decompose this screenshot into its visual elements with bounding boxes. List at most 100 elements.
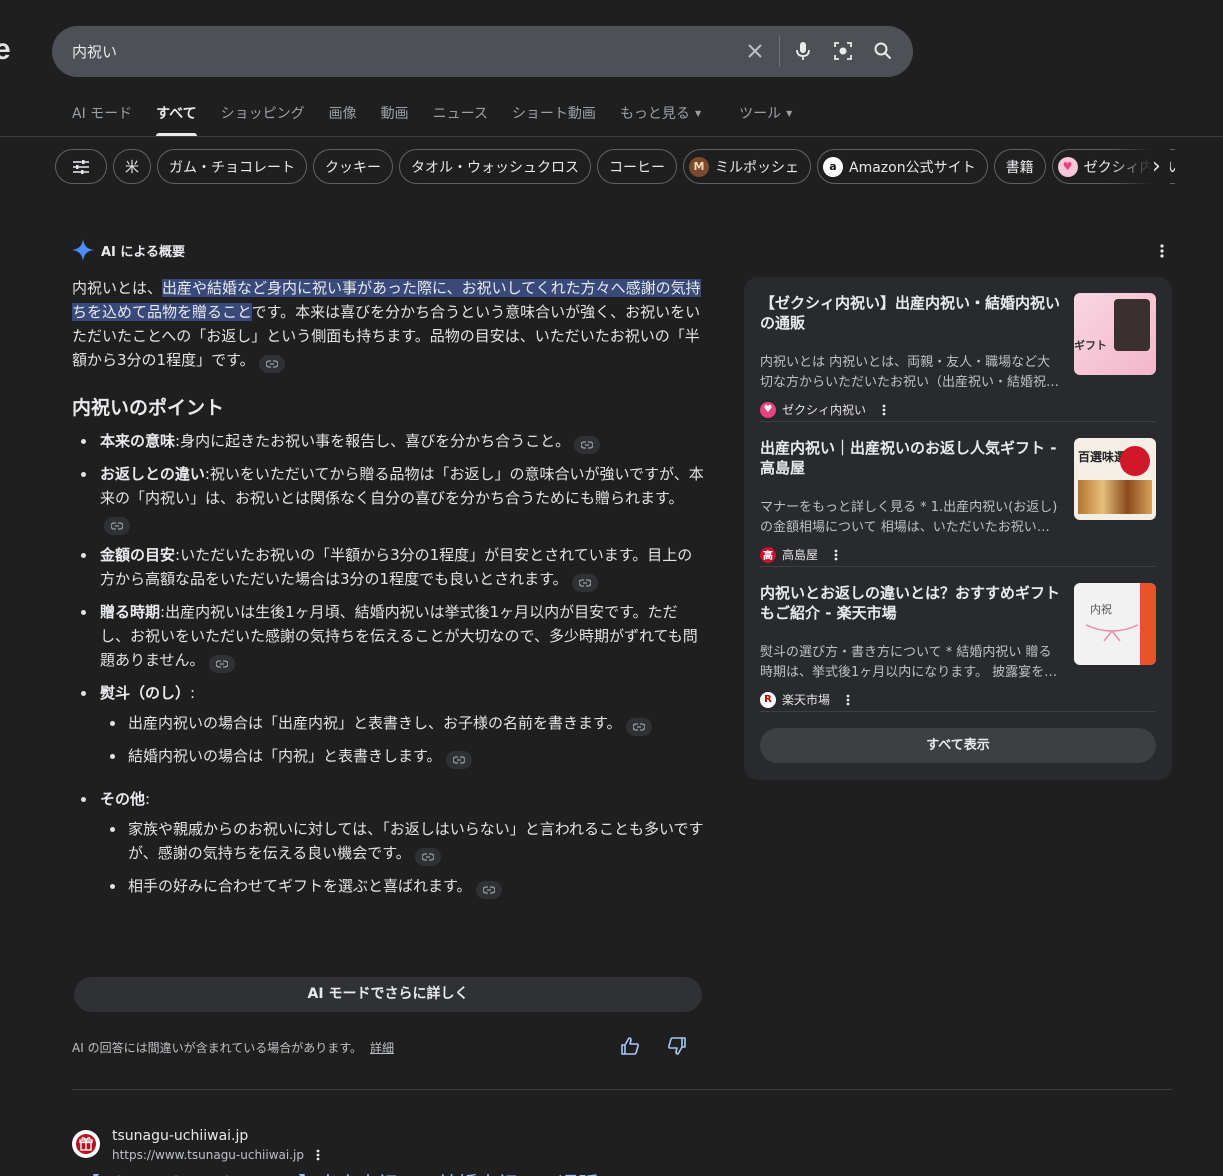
takashimaya-favicon-icon: 高 <box>760 546 776 563</box>
details-link[interactable]: 詳細 <box>370 1041 394 1055</box>
link-icon[interactable] <box>625 718 652 736</box>
source-title[interactable]: 出産内祝い｜出産祝いのお返し人気ギフト - 高島屋 <box>760 438 1060 478</box>
filter-settings-chip[interactable] <box>55 149 107 184</box>
caret-down-icon: ▼ <box>786 109 793 118</box>
sparkle-icon <box>72 239 94 261</box>
tab-short-videos[interactable]: ショート動画 <box>500 104 608 136</box>
tab-tools[interactable]: ツール ▼ <box>727 104 804 136</box>
google-logo[interactable]: e <box>0 33 11 67</box>
result-url[interactable]: https://www.tsunagu-uchiiwai.jp <box>112 1148 320 1162</box>
tab-more[interactable]: もっと見る ▼ <box>608 104 713 136</box>
zexy-favicon-icon: ♥ <box>760 401 776 418</box>
link-icon[interactable] <box>104 517 130 535</box>
list-item: その他: 家族や親戚からのお祝いに対しては、「お返しはいらない」と言われることも… <box>72 787 704 899</box>
clear-icon[interactable] <box>742 38 768 64</box>
link-icon[interactable] <box>445 751 472 769</box>
link-icon[interactable] <box>574 436 601 454</box>
ai-overview-body: 内祝いとは、出産や結婚など身内に祝い事があった際に、お祝いしてくれた方々へ感謝の… <box>72 276 704 907</box>
milpochette-logo-icon: M <box>689 156 709 177</box>
search-bar[interactable]: 内祝い <box>52 26 913 77</box>
sliders-icon <box>73 159 89 174</box>
source-snippet: 内祝いとは 内祝いとは、両親・友人・職場など大切な方からいただいたお祝い（出産祝… <box>760 355 1051 390</box>
tab-ai-mode[interactable]: AI モード <box>60 104 144 136</box>
link-icon[interactable] <box>475 881 502 899</box>
chip-milpochette[interactable]: M ミルポッシェ <box>683 149 811 184</box>
list-item: 相手の好みに合わせてギフトを選ぶと喜ばれます。 <box>100 874 704 899</box>
source-title[interactable]: 内祝いとお返しの違いとは？おすすめギフトもご紹介 - 楽天市場 <box>760 583 1060 623</box>
search-divider <box>779 36 780 67</box>
chip-coffee[interactable]: コーヒー <box>597 149 677 184</box>
link-icon[interactable] <box>208 655 235 673</box>
link-icon[interactable] <box>258 355 285 373</box>
result-title[interactable]: 【TSUNAGU UCHIIWAI】出産内祝い・結婚内祝いの通販 <box>80 1168 598 1176</box>
list-item: 熨斗（のし）: 出産内祝いの場合は「出産内祝」と表書きし、お子様の名前を書きます… <box>72 681 704 769</box>
chips-fade <box>1110 149 1170 185</box>
refinement-chips: 米 ガム・チョコレート クッキー タオル・ウォッシュクロス コーヒー M ミルポッ… <box>55 149 1175 185</box>
ai-intro-paragraph: 内祝いとは、出産や結婚など身内に祝い事があった際に、お祝いしてくれた方々へ感謝の… <box>72 276 704 373</box>
source-divider <box>760 566 1156 567</box>
link-icon[interactable] <box>571 574 598 592</box>
search-input[interactable]: 内祝い <box>72 41 117 62</box>
list-item: 結婚内祝いの場合は「内祝」と表書きします。 <box>100 744 704 769</box>
link-icon[interactable] <box>414 848 441 866</box>
source-snippet: 熨斗の選び方・書き方について * 結婚内祝い 贈る時期は、挙式後1ヶ月以内になり… <box>760 645 1058 680</box>
points-heading: 内祝いのポイント <box>72 397 225 419</box>
source-thumbnail[interactable]: ギフト <box>1074 293 1156 375</box>
source-card[interactable]: 【ゼクシィ内祝い】出産内祝い・結婚内祝いの通販 内祝いとは 内祝いとは、両親・友… <box>760 293 1156 423</box>
list-item: お返しとの違い:祝いをいただいてから贈る品物は「お返し」の意味合いが強いですが、… <box>72 462 704 535</box>
source-thumbnail[interactable]: 百選味選り <box>1074 438 1156 520</box>
source-site: 高 高島屋 <box>760 546 838 563</box>
chevron-right-icon[interactable]: › <box>1152 154 1161 179</box>
search-results-page: e 内祝い AI モード すべて ショッピング 画像 動画 ニュース ショート動… <box>0 0 1223 1176</box>
chip-amazon[interactable]: a Amazon公式サイト <box>817 149 988 184</box>
ai-disclaimer: AI の回答には間違いが含まれている場合があります。 詳細 <box>72 1041 395 1055</box>
microphone-icon[interactable] <box>790 38 816 64</box>
search-icon[interactable] <box>870 38 896 64</box>
ai-overview-header: AI による概要 <box>72 239 185 261</box>
tab-images[interactable]: 画像 <box>317 104 369 136</box>
chip-towel[interactable]: タオル・ウォッシュクロス <box>399 149 591 184</box>
result-domain[interactable]: tsunagu-uchiiwai.jp <box>112 1128 248 1144</box>
gift-favicon-icon[interactable] <box>72 1130 100 1158</box>
ai-mode-more-button[interactable]: AI モードでさらに詳しく <box>74 977 702 1012</box>
tab-all[interactable]: すべて <box>144 104 208 136</box>
more-options-icon[interactable] <box>834 549 838 561</box>
list-item: 金額の目安:いただいたお祝いの「半額から3分の1程度」が目安とされています。目上… <box>72 543 704 592</box>
zexy-logo-icon: ♥ <box>1057 156 1078 177</box>
other-sublist: 家族や親戚からのお祝いに対しては、「お返しはいらない」と言われることも多いですが… <box>100 817 704 899</box>
sources-panel: 【ゼクシィ内祝い】出産内祝い・結婚内祝いの通販 内祝いとは 内祝いとは、両親・友… <box>744 277 1172 780</box>
source-card[interactable]: 出産内祝い｜出産祝いのお返し人気ギフト - 高島屋 マナーをもっと詳しく見る *… <box>760 438 1156 568</box>
more-options-icon[interactable] <box>1160 243 1164 262</box>
source-thumbnail[interactable]: 内祝 <box>1074 583 1156 665</box>
caret-down-icon: ▼ <box>694 109 702 118</box>
source-divider <box>760 711 1156 712</box>
list-item: 家族や親戚からのお祝いに対しては、「お返しはいらない」と言われることも多いですが… <box>100 817 704 866</box>
thumbs-down-icon[interactable] <box>667 1036 687 1060</box>
noshi-sublist: 出産内祝いの場合は「出産内祝」と表書きし、お子様の名前を書きます。 結婚内祝いの… <box>100 711 704 769</box>
source-snippet: マナーをもっと詳しく見る * 1.出産内祝い(お返し)の金額相場について 相場は… <box>760 500 1058 535</box>
list-item: 贈る時期:出産内祝いは生後1ヶ月頃、結婚内祝いは挙式後1ヶ月以内が目安です。ただ… <box>72 600 704 673</box>
chip-gum-chocolate[interactable]: ガム・チョコレート <box>157 149 307 184</box>
tab-videos[interactable]: 動画 <box>369 104 421 136</box>
source-site: R 楽天市場 <box>760 691 850 708</box>
tab-news[interactable]: ニュース <box>421 104 500 136</box>
more-options-icon[interactable] <box>846 694 850 706</box>
amazon-logo-icon: a <box>823 156 843 177</box>
source-card[interactable]: 内祝いとお返しの違いとは？おすすめギフトもご紹介 - 楽天市場 熨斗の選び方・書… <box>760 583 1156 713</box>
chip-books[interactable]: 書籍 <box>993 149 1046 184</box>
tab-shopping[interactable]: ショッピング <box>209 104 317 136</box>
chip-rice[interactable]: 米 <box>113 149 151 184</box>
points-list: 本来の意味:身内に起きたお祝い事を報告し、喜びを分かち合うこと。 お返しとの違い… <box>72 429 704 899</box>
show-all-button[interactable]: すべて表示 <box>760 728 1156 763</box>
more-options-icon[interactable] <box>316 1149 320 1161</box>
more-options-icon[interactable] <box>882 404 886 416</box>
tabs-divider <box>0 136 1223 137</box>
section-divider <box>72 1089 1172 1090</box>
ai-overview-title: AI による概要 <box>101 244 186 260</box>
camera-lens-icon[interactable] <box>830 38 856 64</box>
rakuten-favicon-icon: R <box>760 691 776 708</box>
source-title[interactable]: 【ゼクシィ内祝い】出産内祝い・結婚内祝いの通販 <box>760 293 1060 333</box>
source-site: ♥ ゼクシィ内祝い <box>760 401 886 418</box>
chip-cookie[interactable]: クッキー <box>313 149 393 184</box>
thumbs-up-icon[interactable] <box>620 1036 640 1060</box>
